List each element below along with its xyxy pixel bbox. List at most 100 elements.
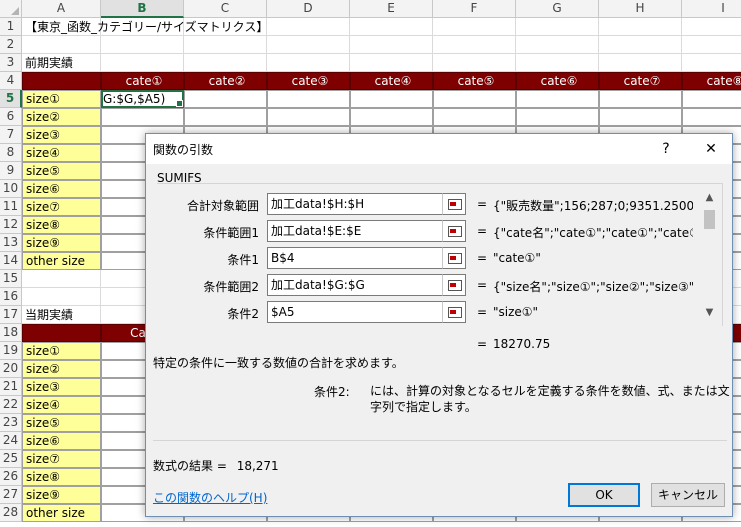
size-label-cell[interactable]: size④ xyxy=(22,144,101,162)
row-header-1[interactable]: 1 xyxy=(0,18,22,36)
row-header-16[interactable]: 16 xyxy=(0,288,22,306)
data-cell[interactable] xyxy=(350,90,433,108)
grid-cell[interactable] xyxy=(433,54,516,72)
argument-input[interactable]: 加工data!$G:$G xyxy=(267,274,466,296)
grid-cell[interactable] xyxy=(433,36,516,54)
column-header-E[interactable]: E xyxy=(350,0,433,18)
column-header-H[interactable]: H xyxy=(599,0,682,18)
row-header-17[interactable]: 17 xyxy=(0,306,22,324)
size-label-cell[interactable]: size⑦ xyxy=(22,198,101,216)
data-cell[interactable] xyxy=(599,108,682,126)
data-cell[interactable] xyxy=(350,108,433,126)
column-header-D[interactable]: D xyxy=(267,0,350,18)
grid-cell[interactable] xyxy=(22,36,101,54)
row-header-19[interactable]: 19 xyxy=(0,342,22,360)
grid-cell[interactable] xyxy=(267,36,350,54)
argument-input[interactable]: $A5 xyxy=(267,301,466,323)
argument-input[interactable]: 加工data!$H:$H xyxy=(267,193,466,215)
size-label-cell[interactable]: size① xyxy=(22,342,101,360)
size-label-cell[interactable]: size⑥ xyxy=(22,432,101,450)
arguments-scrollbar[interactable]: ▲ ▼ xyxy=(701,192,718,323)
data-cell[interactable] xyxy=(433,108,516,126)
category-header-cell[interactable]: cate③ xyxy=(267,72,350,90)
row-header-10[interactable]: 10 xyxy=(0,180,22,198)
row-header-5[interactable]: 5 xyxy=(0,90,22,108)
data-cell[interactable] xyxy=(184,108,267,126)
sheet-title[interactable]: 【東京_函数_カテゴリー/サイズマトリクス】 xyxy=(22,18,522,36)
row-header-9[interactable]: 9 xyxy=(0,162,22,180)
data-cell[interactable] xyxy=(184,90,267,108)
scroll-down-icon[interactable]: ▼ xyxy=(701,307,718,318)
row-header-12[interactable]: 12 xyxy=(0,216,22,234)
collapse-dialog-icon[interactable] xyxy=(442,220,466,242)
collapse-dialog-icon[interactable] xyxy=(442,247,466,269)
table-corner-cell[interactable] xyxy=(22,72,101,90)
collapse-dialog-icon[interactable] xyxy=(442,301,466,323)
grid-cell[interactable] xyxy=(682,18,741,36)
data-cell[interactable] xyxy=(101,108,184,126)
row-header-7[interactable]: 7 xyxy=(0,126,22,144)
row-header-27[interactable]: 27 xyxy=(0,486,22,504)
data-cell[interactable] xyxy=(516,108,599,126)
grid-cell[interactable] xyxy=(22,270,101,288)
row-header-25[interactable]: 25 xyxy=(0,450,22,468)
data-cell[interactable] xyxy=(682,90,741,108)
category-header-cell[interactable]: cate⑥ xyxy=(516,72,599,90)
active-cell-B5[interactable]: G:$G,$A5) xyxy=(101,90,184,108)
size-label-cell[interactable]: size⑨ xyxy=(22,234,101,252)
row-header-22[interactable]: 22 xyxy=(0,396,22,414)
scroll-thumb[interactable] xyxy=(704,210,715,229)
size-label-cell[interactable]: size⑧ xyxy=(22,468,101,486)
column-header-G[interactable]: G xyxy=(516,0,599,18)
data-cell[interactable] xyxy=(433,90,516,108)
data-cell[interactable] xyxy=(682,108,741,126)
argument-input[interactable]: B$4 xyxy=(267,247,466,269)
data-cell[interactable] xyxy=(267,108,350,126)
column-header-A[interactable]: A xyxy=(22,0,101,18)
row-header-18[interactable]: 18 xyxy=(0,324,22,342)
size-label-cell[interactable]: size⑤ xyxy=(22,414,101,432)
size-label-cell[interactable]: other size xyxy=(22,504,101,522)
grid-cell[interactable] xyxy=(350,54,433,72)
size-label-cell[interactable]: other size xyxy=(22,252,101,270)
category-header-cell[interactable]: cate④ xyxy=(350,72,433,90)
grid-cell[interactable] xyxy=(267,54,350,72)
grid-cell[interactable] xyxy=(101,36,184,54)
select-all-corner[interactable] xyxy=(0,0,22,18)
row-header-24[interactable]: 24 xyxy=(0,432,22,450)
size-label-cell[interactable]: size② xyxy=(22,360,101,378)
row-header-6[interactable]: 6 xyxy=(0,108,22,126)
grid-cell[interactable] xyxy=(599,36,682,54)
category-header-cell[interactable]: cate⑤ xyxy=(433,72,516,90)
row-header-21[interactable]: 21 xyxy=(0,378,22,396)
size-label-cell[interactable]: size② xyxy=(22,108,101,126)
grid-cell[interactable] xyxy=(350,36,433,54)
section-previous[interactable]: 前期実績 xyxy=(22,54,172,72)
grid-cell[interactable] xyxy=(682,36,741,54)
argument-input[interactable]: 加工data!$E:$E xyxy=(267,220,466,242)
ok-button[interactable]: OK xyxy=(568,483,640,507)
cancel-button[interactable]: キャンセル xyxy=(651,483,725,507)
row-header-3[interactable]: 3 xyxy=(0,54,22,72)
help-icon[interactable]: ? xyxy=(656,140,676,158)
row-header-15[interactable]: 15 xyxy=(0,270,22,288)
data-cell[interactable] xyxy=(267,90,350,108)
row-header-26[interactable]: 26 xyxy=(0,468,22,486)
size-label-cell[interactable]: size③ xyxy=(22,378,101,396)
table-corner-cell[interactable] xyxy=(22,324,101,342)
data-cell[interactable] xyxy=(516,90,599,108)
grid-cell[interactable] xyxy=(184,54,267,72)
size-label-cell[interactable]: size④ xyxy=(22,396,101,414)
size-label-cell[interactable]: size⑦ xyxy=(22,450,101,468)
size-label-cell[interactable]: size① xyxy=(22,90,101,108)
close-icon[interactable]: ✕ xyxy=(701,140,721,158)
row-header-13[interactable]: 13 xyxy=(0,234,22,252)
grid-cell[interactable] xyxy=(184,36,267,54)
category-header-cell[interactable]: cate⑧ xyxy=(682,72,741,90)
grid-cell[interactable] xyxy=(516,18,599,36)
grid-cell[interactable] xyxy=(682,54,741,72)
collapse-dialog-icon[interactable] xyxy=(442,274,466,296)
row-header-14[interactable]: 14 xyxy=(0,252,22,270)
size-label-cell[interactable]: size⑧ xyxy=(22,216,101,234)
grid-cell[interactable] xyxy=(516,36,599,54)
